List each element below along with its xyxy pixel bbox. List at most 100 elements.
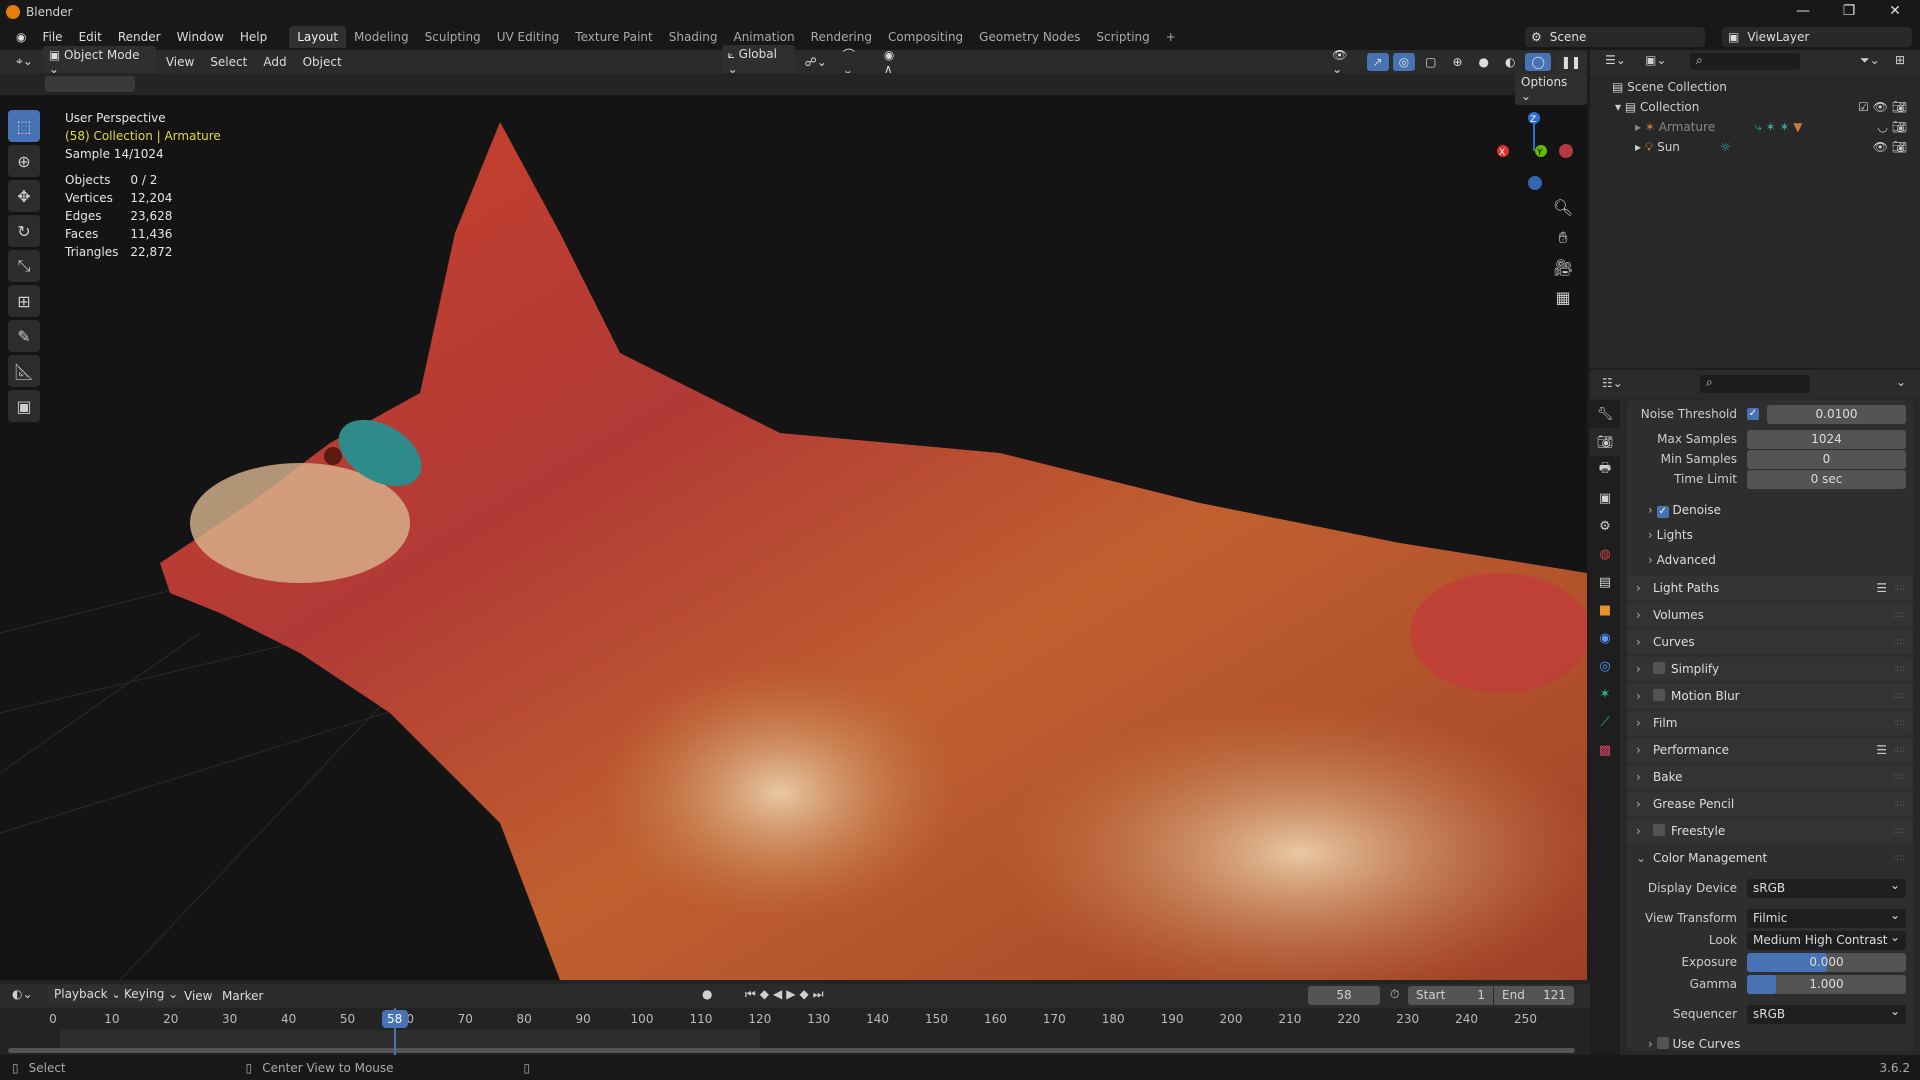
scale-tool-icon[interactable]: ⤡ (8, 250, 40, 282)
menu-view[interactable]: View (160, 53, 200, 71)
visibility-icons[interactable]: ◡ 📷︎ (1877, 120, 1907, 134)
timeline-scrollbar[interactable] (8, 1048, 1575, 1053)
render-tab-icon[interactable]: 📷︎ (1590, 428, 1620, 456)
number-field[interactable]: 0.0100 (1767, 405, 1906, 424)
denoise-checkbox[interactable]: ✓ (1656, 506, 1669, 518)
tab-layout[interactable]: Layout (289, 26, 347, 48)
maximize-button[interactable]: ❐ (1826, 0, 1872, 24)
panel-header[interactable]: › Film:::: (1627, 711, 1913, 735)
use-curves-subpanel[interactable]: › Use Curves (1648, 1037, 1740, 1051)
preview-range-icon[interactable]: ⏱ (1390, 987, 1399, 1002)
menu-render[interactable]: Render (110, 30, 169, 44)
gizmo-neg-x[interactable] (1559, 144, 1573, 158)
panel-header[interactable]: › Freestyle:::: (1627, 819, 1913, 843)
drag-handle-icon[interactable]: :::: (1893, 657, 1905, 681)
start-frame-field[interactable]: Start 1 (1408, 986, 1493, 1005)
cursor-tool-icon[interactable]: ⊕ (8, 145, 40, 177)
dropdown[interactable]: Filmic (1747, 906, 1906, 928)
visibility-icons[interactable]: 👁︎ 📷︎ (1873, 140, 1907, 154)
outliner-scene-collection[interactable]: ▤ Scene Collection (1612, 80, 1727, 94)
use-curves-checkbox[interactable] (1656, 1037, 1669, 1049)
camera-view-icon[interactable]: 🎥︎ (1550, 253, 1576, 283)
tab-modeling[interactable]: Modeling (346, 26, 417, 48)
world-tab-icon[interactable]: ◍ (1590, 540, 1620, 568)
menu-window[interactable]: Window (169, 30, 232, 44)
panel-header[interactable]: › Light Paths ☰:::: (1627, 576, 1913, 600)
blender-menu-icon[interactable]: ◉ (8, 30, 34, 44)
tab-scripting[interactable]: Scripting (1088, 26, 1157, 48)
tab-sculpting[interactable]: Sculpting (417, 26, 489, 48)
drag-handle-icon[interactable]: :::: (1893, 738, 1905, 762)
outliner-search-input[interactable]: ⌕ (1690, 53, 1800, 70)
editor-type-icon[interactable]: ⌖⌄ (10, 52, 39, 71)
menu-edit[interactable]: Edit (71, 30, 110, 44)
menu-add[interactable]: Add (257, 53, 292, 71)
current-frame-field[interactable]: 58 (1308, 986, 1380, 1005)
filter-icon[interactable]: ⏷⌄ (1860, 53, 1880, 68)
timeline-view-menu[interactable]: View (178, 987, 218, 1005)
object-data-tab-icon[interactable]: ✶ (1590, 680, 1620, 708)
editor-type-icon[interactable]: ◐⌄ (12, 987, 33, 1001)
number-field[interactable]: 1024 (1747, 430, 1906, 449)
tool-tab-icon[interactable]: 🔧︎ (1590, 400, 1620, 428)
view-layer-selector[interactable]: ▣ ViewLayer (1722, 27, 1912, 47)
overlay-toggle-icon[interactable]: ◎ (1392, 52, 1416, 71)
outliner-item-sun[interactable]: ▸ 💡︎ Sun ☼ 👁︎ 📷︎ (1635, 140, 1915, 155)
drag-handle-icon[interactable]: :::: (1893, 792, 1905, 816)
dropdown[interactable]: sRGB (1747, 1002, 1906, 1024)
panel-header[interactable]: › Volumes:::: (1627, 603, 1913, 627)
dropdown[interactable]: sRGB (1747, 876, 1906, 898)
wireframe-shading-icon[interactable]: ⊕ (1446, 53, 1468, 71)
move-tool-icon[interactable]: ✥ (8, 180, 40, 212)
playback-controls[interactable]: ⏮◆◀▶◆⏭ (745, 987, 828, 1002)
rendered-shading-icon[interactable]: ◯ (1525, 52, 1551, 71)
outliner-collection[interactable]: ▾ ▤ Collection ☑ 👁︎ 📷︎ (1615, 100, 1915, 114)
marker-menu[interactable]: Marker (216, 987, 269, 1005)
transform-tool-icon[interactable]: ⊞ (8, 285, 40, 317)
scene-selector[interactable]: ⚙ Scene (1525, 27, 1705, 47)
playhead-frame-label[interactable]: 58 (381, 1010, 408, 1028)
menu-help[interactable]: Help (232, 30, 275, 44)
physics-tab-icon[interactable]: ◎ (1590, 652, 1620, 680)
slider-field[interactable]: 0.000 (1747, 953, 1906, 972)
display-mode-icon[interactable]: ☰⌄ (1605, 53, 1626, 67)
scene-tab-icon[interactable]: ⚙ (1590, 512, 1620, 540)
tab-uv-editing[interactable]: UV Editing (489, 26, 568, 48)
add-workspace-button[interactable]: + (1158, 26, 1184, 48)
drag-handle-icon[interactable]: :::: (1893, 630, 1905, 654)
tab-geometry-nodes[interactable]: Geometry Nodes (971, 26, 1088, 48)
noise-threshold-checkbox[interactable]: ✓ (1747, 408, 1759, 420)
properties-search-input[interactable]: ⌕ (1700, 375, 1810, 393)
tab-shading[interactable]: Shading (661, 26, 726, 48)
drag-handle-icon[interactable]: :::: (1893, 846, 1905, 870)
drag-handle-icon[interactable]: :::: (1893, 603, 1905, 627)
presets-list-icon[interactable]: ☰ (1876, 576, 1887, 600)
minimize-button[interactable]: — (1780, 0, 1826, 24)
visibility-icons[interactable]: ☑ 👁︎ 📷︎ (1858, 100, 1907, 114)
pivot-icon[interactable]: ☍⌄ (799, 53, 833, 71)
panel-header[interactable]: › Performance ☰:::: (1627, 738, 1913, 762)
panel-enable-checkbox[interactable] (1653, 689, 1665, 701)
menu-file[interactable]: File (34, 30, 70, 44)
zoom-icon[interactable]: 🔍︎ (1550, 193, 1576, 223)
gizmo-neg-z[interactable] (1528, 176, 1542, 190)
menu-object[interactable]: Object (297, 53, 348, 71)
panel-header[interactable]: › Motion Blur:::: (1627, 684, 1913, 708)
panel-header[interactable]: ⌄ Color Management:::: (1627, 846, 1913, 870)
pan-hand-icon[interactable]: ✋︎ (1550, 223, 1576, 253)
panel-enable-checkbox[interactable] (1653, 824, 1665, 836)
3d-viewport[interactable]: Options ⌄ Z X Y 🔍︎ ✋︎ 🎥︎ ▦ (0, 73, 1587, 980)
dropdown[interactable]: Medium High Contrast (1747, 928, 1906, 950)
number-field[interactable]: 0 sec (1747, 470, 1906, 489)
drag-handle-icon[interactable]: :::: (1893, 711, 1905, 735)
end-frame-field[interactable]: End 121 (1494, 986, 1574, 1005)
xray-icon[interactable]: ▢ (1419, 53, 1442, 71)
modifier-tab-icon[interactable]: ◉ (1590, 624, 1620, 652)
panel-enable-checkbox[interactable] (1653, 662, 1665, 674)
measure-tool-icon[interactable]: 📐︎ (8, 355, 40, 387)
properties-options-icon[interactable]: ⌄ (1896, 375, 1906, 389)
keying-menu[interactable]: Keying ⌄ (118, 985, 185, 1003)
frame-ruler[interactable]: 0102030405060708090100110120130140150160… (0, 1008, 1590, 1030)
material-shading-icon[interactable]: ◐ (1499, 53, 1521, 71)
bone-tab-icon[interactable]: ⟋ (1590, 708, 1620, 736)
